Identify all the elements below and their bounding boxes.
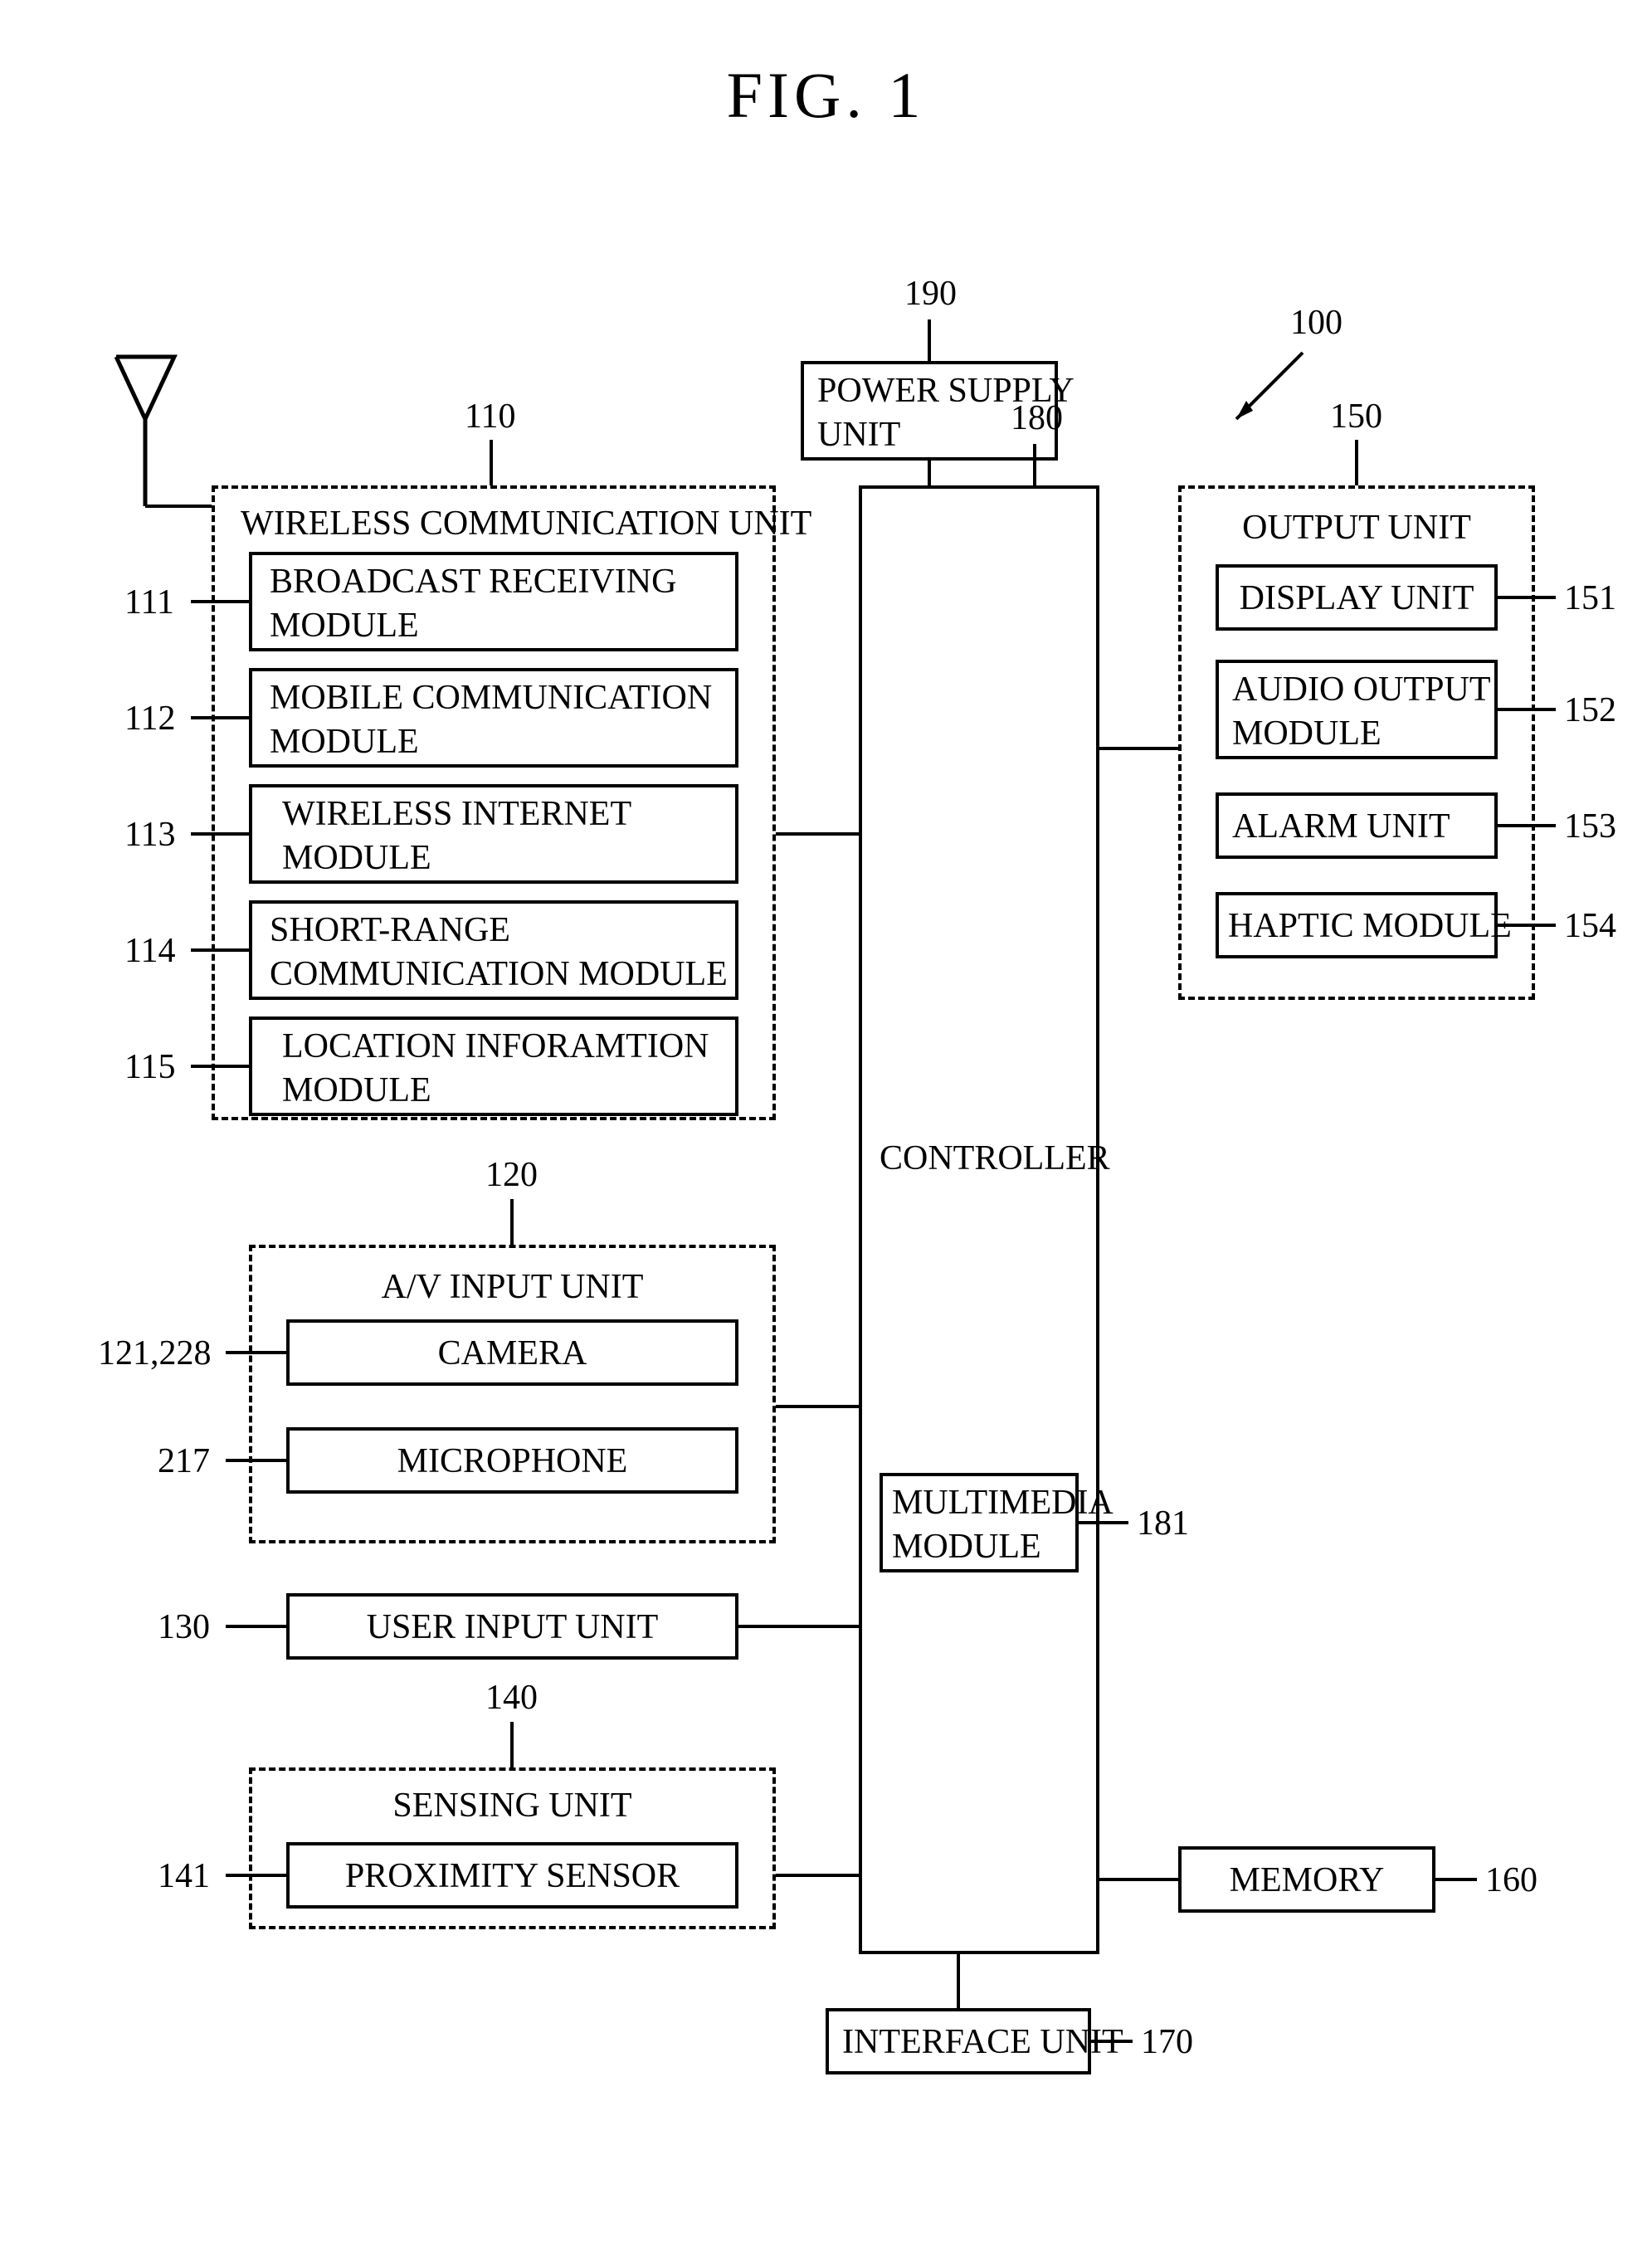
conn-152 bbox=[1498, 708, 1556, 711]
conn-181 bbox=[1079, 1521, 1128, 1524]
conn-113 bbox=[191, 832, 249, 836]
conn-170 bbox=[1091, 2040, 1133, 2043]
display-label: DISPLAY UNIT bbox=[1216, 577, 1498, 621]
conn-217 bbox=[226, 1459, 286, 1462]
ref-130: 130 bbox=[158, 1607, 210, 1647]
ref-190: 190 bbox=[904, 274, 957, 314]
wcu-title: WIRELESS COMMUNICATION UNIT bbox=[241, 502, 811, 546]
arrow-100 bbox=[1211, 344, 1328, 444]
ref-113: 113 bbox=[124, 815, 175, 855]
ref-154: 154 bbox=[1564, 906, 1616, 946]
user-input-label: USER INPUT UNIT bbox=[286, 1606, 738, 1650]
conn-wcu-ctrl bbox=[776, 832, 859, 836]
ref-112: 112 bbox=[124, 699, 175, 739]
av-title: A/V INPUT UNIT bbox=[249, 1265, 776, 1309]
ref-180: 180 bbox=[1011, 398, 1063, 438]
lead-110 bbox=[490, 440, 493, 485]
short-range-label: SHORT-RANGE COMMUNICATION MODULE bbox=[270, 909, 728, 996]
conn-114 bbox=[191, 948, 249, 952]
conn-ui-ctrl bbox=[738, 1625, 859, 1628]
conn-111 bbox=[191, 600, 249, 603]
lead-140 bbox=[510, 1722, 514, 1767]
ref-121: 121,228 bbox=[98, 1333, 212, 1373]
conn-ctrl-out bbox=[1099, 747, 1178, 750]
antenna-icon bbox=[108, 349, 183, 514]
haptic-label: HAPTIC MODULE bbox=[1228, 904, 1512, 948]
ref-217: 217 bbox=[158, 1441, 210, 1481]
alarm-label: ALARM UNIT bbox=[1232, 805, 1450, 849]
conn-151 bbox=[1498, 596, 1556, 599]
conn-153 bbox=[1498, 824, 1556, 827]
lead-120 bbox=[510, 1199, 514, 1245]
output-title: OUTPUT UNIT bbox=[1178, 506, 1535, 550]
sensing-title: SENSING UNIT bbox=[249, 1784, 776, 1828]
conn-154 bbox=[1498, 924, 1556, 927]
conn-121 bbox=[226, 1351, 286, 1354]
ref-160: 160 bbox=[1485, 1860, 1537, 1900]
location-label: LOCATION INFORAMTION MODULE bbox=[282, 1025, 709, 1112]
memory-label: MEMORY bbox=[1178, 1859, 1435, 1903]
conn-power-ctrl bbox=[928, 461, 931, 485]
conn-av-ctrl bbox=[776, 1405, 859, 1408]
ref-152: 152 bbox=[1564, 690, 1616, 730]
mobile-comm-label: MOBILE COMMUNICATION MODULE bbox=[270, 676, 712, 763]
diagram-page: FIG. 1 CONTROLLER MULTIMEDIA MODULE 181 … bbox=[0, 0, 1652, 2267]
conn-ctrl-iface bbox=[957, 1954, 960, 2008]
conn-antenna-wcu bbox=[145, 505, 212, 508]
figure-title: FIG. 1 bbox=[0, 58, 1652, 133]
lead-180 bbox=[1033, 444, 1036, 485]
interface-label: INTERFACE UNIT bbox=[842, 2021, 1123, 2065]
microphone-label: MICROPHONE bbox=[286, 1440, 738, 1484]
wireless-internet-label: WIRELESS INTERNET MODULE bbox=[282, 792, 631, 880]
ref-153: 153 bbox=[1564, 807, 1616, 846]
conn-sens-ctrl bbox=[776, 1874, 859, 1877]
ref-150: 150 bbox=[1330, 397, 1382, 436]
ref-100: 100 bbox=[1290, 303, 1343, 343]
ref-120: 120 bbox=[485, 1155, 538, 1195]
conn-130 bbox=[226, 1625, 286, 1628]
controller-label: CONTROLLER bbox=[880, 1137, 1079, 1181]
camera-label: CAMERA bbox=[286, 1332, 738, 1376]
conn-112 bbox=[191, 716, 249, 719]
proximity-label: PROXIMITY SENSOR bbox=[286, 1855, 738, 1899]
multimedia-label: MULTIMEDIA MODULE bbox=[892, 1481, 1114, 1568]
ref-111: 111 bbox=[124, 583, 174, 622]
lead-150 bbox=[1355, 440, 1358, 485]
conn-115 bbox=[191, 1065, 249, 1068]
ref-141: 141 bbox=[158, 1856, 210, 1896]
ref-114: 114 bbox=[124, 931, 175, 971]
ref-181: 181 bbox=[1137, 1504, 1189, 1543]
conn-ctrl-mem bbox=[1099, 1878, 1178, 1881]
conn-141 bbox=[226, 1874, 286, 1877]
ref-110: 110 bbox=[465, 397, 515, 436]
conn-160 bbox=[1435, 1878, 1477, 1881]
audio-out-label: AUDIO OUTPUT MODULE bbox=[1232, 668, 1490, 755]
broadcast-label: BROADCAST RECEIVING MODULE bbox=[270, 560, 676, 647]
ref-140: 140 bbox=[485, 1678, 538, 1718]
ref-151: 151 bbox=[1564, 578, 1616, 618]
lead-190 bbox=[928, 319, 931, 361]
controller-box bbox=[859, 485, 1099, 1954]
ref-170: 170 bbox=[1141, 2022, 1193, 2062]
ref-115: 115 bbox=[124, 1047, 175, 1087]
